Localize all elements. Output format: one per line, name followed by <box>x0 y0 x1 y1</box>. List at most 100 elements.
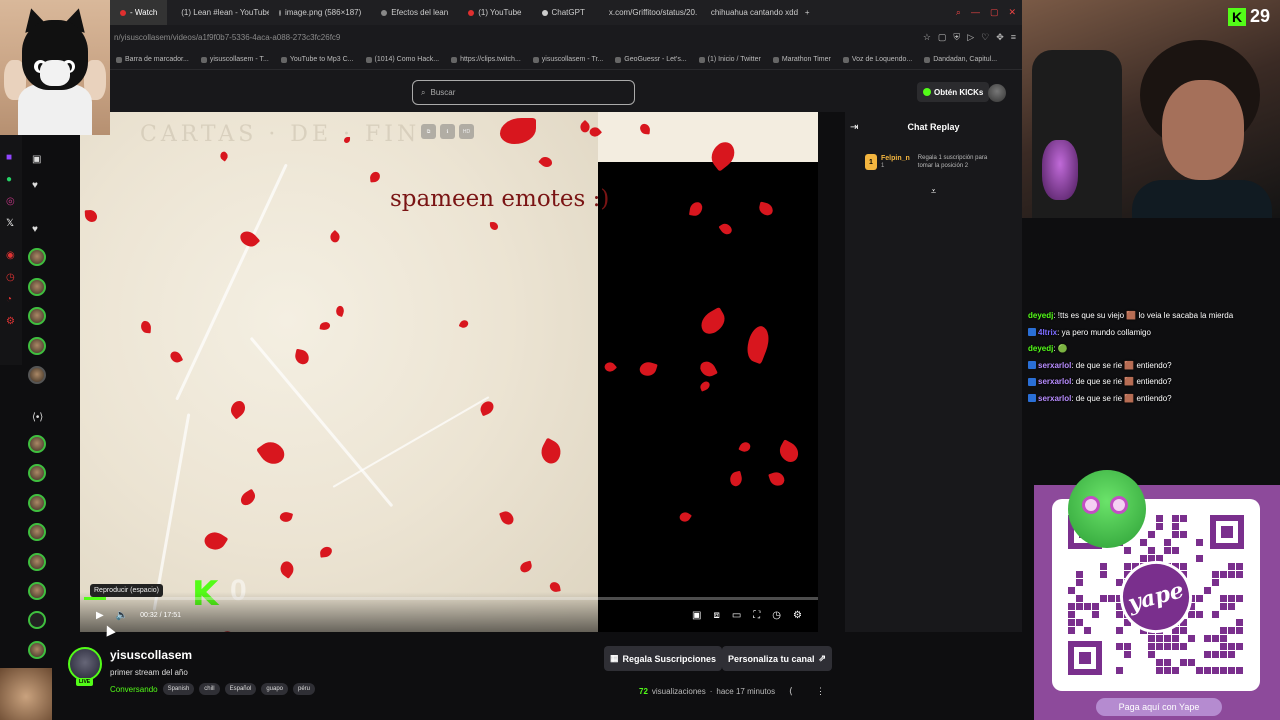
tag-chip[interactable]: chill <box>199 683 220 695</box>
search-tabs-icon[interactable]: ⌕ <box>956 7 961 18</box>
instagram-icon[interactable]: ◎ <box>6 196 15 207</box>
heart-icon[interactable]: ♡ <box>981 32 989 43</box>
volume-icon[interactable]: 🔈 <box>116 610 128 621</box>
customize-channel-button[interactable]: Personaliza tu canal ⇗ <box>722 646 833 671</box>
bookmark-item[interactable]: GeoGuessr - Let's... <box>609 56 692 63</box>
bookmark-item[interactable]: https://clips.twitch... <box>445 56 527 63</box>
bookmark-favicon-icon <box>532 56 539 63</box>
bookmark-item[interactable]: YouTube to Mp3 C... <box>275 56 360 63</box>
progress-bar[interactable] <box>84 597 818 600</box>
browser-tab[interactable]: (1) YouTube <box>458 0 531 25</box>
bookmark-item[interactable]: (1) Inicio / Twitter <box>693 56 767 63</box>
bookmark-item[interactable]: yisuscollasem - Tr... <box>527 56 609 63</box>
bookmark-item[interactable]: Voz de Loquendo... <box>837 56 918 63</box>
recommended-channel-avatar[interactable] <box>28 464 46 482</box>
tag-chip[interactable]: Spanish <box>162 683 195 695</box>
record-icon[interactable]: ◉ <box>6 250 15 261</box>
share-icon[interactable]: ⟨ <box>789 686 793 697</box>
browser-tab[interactable]: ChatGPT <box>532 0 595 25</box>
bookmark-item[interactable]: Marathon Timer <box>767 56 837 63</box>
category-link[interactable]: Conversando <box>110 685 158 694</box>
followed-channel-avatar[interactable] <box>28 278 46 296</box>
channel-avatar[interactable] <box>68 647 102 681</box>
tag-chip[interactable]: péru <box>293 683 316 695</box>
favorites-heart-icon[interactable]: ♥ <box>32 180 38 191</box>
recommended-channel-avatar[interactable] <box>28 435 46 453</box>
channel-name[interactable]: yisuscollasem <box>110 648 192 662</box>
tag-chip[interactable]: Español <box>224 683 257 695</box>
theater-icon[interactable]: ▣ <box>692 610 701 621</box>
browser-tab[interactable]: x.com/Griffitoo/status/20... <box>595 0 697 25</box>
speed-icon[interactable]: ◷ <box>772 610 781 621</box>
kick-count: 29 <box>1250 6 1271 26</box>
stream-info: LIVE yisuscollasem primer stream del año… <box>60 640 840 710</box>
qr-module <box>1236 595 1243 602</box>
miniplayer-icon[interactable]: ▭ <box>732 610 741 621</box>
twitch-icon[interactable]: ■ <box>6 152 12 163</box>
bookmark-icon[interactable]: ☆ <box>923 32 931 43</box>
shield-icon[interactable]: ⛨ <box>953 32 960 43</box>
settings-icon[interactable]: ⚙ <box>6 316 15 327</box>
followed-heart-icon[interactable]: ♥ <box>32 224 38 235</box>
info-icon[interactable]: ℹ <box>440 124 455 139</box>
downloads-icon[interactable]: ◔ <box>6 294 12 305</box>
browser-tab[interactable]: - Watch <box>110 0 168 25</box>
play-icon[interactable]: ▶ <box>96 610 104 621</box>
user-avatar[interactable] <box>988 84 1006 102</box>
tag-chip[interactable]: guapo <box>261 683 288 695</box>
recommended-channel-avatar[interactable] <box>28 582 46 600</box>
qr-module <box>1164 539 1171 546</box>
close-icon[interactable]: ✕ <box>1008 7 1016 18</box>
minimize-icon[interactable]: — <box>971 7 980 18</box>
obtain-kicks-button[interactable]: Obtén KICKs <box>917 82 990 102</box>
expand-leaderboard-icon[interactable]: ⩡ <box>931 186 936 197</box>
browser-tab[interactable]: Efectos del lean <box>371 0 458 25</box>
chat-message: serxarlol: de que se rie 🟫 entiendo? <box>1028 391 1280 408</box>
browser-tab[interactable]: (1) Lean #lean - YouTube <box>167 0 269 25</box>
history-icon[interactable]: ◷ <box>6 272 15 283</box>
gift-subs-button[interactable]: ▦ Regala Suscripciones <box>604 646 723 671</box>
bookmark-item[interactable]: (1014) Como Hack... <box>360 56 446 63</box>
address-bar[interactable]: n/yisuscollasem/videos/a1f9f0b7-5336-4ac… <box>110 25 1022 50</box>
tab-favicon-icon <box>381 9 388 16</box>
followed-channel-avatar[interactable] <box>28 307 46 325</box>
maximize-icon[interactable]: ▢ <box>990 7 999 18</box>
recommended-channel-avatar[interactable] <box>28 611 46 629</box>
followed-channel-avatar[interactable] <box>28 337 46 355</box>
browser-tab[interactable]: image.png (586×187) <box>269 0 371 25</box>
url-text[interactable]: n/yisuscollasem/videos/a1f9f0b7-5336-4ac… <box>114 33 340 42</box>
followed-channel-avatar[interactable] <box>28 248 46 266</box>
followed-channel-avatar[interactable] <box>28 366 46 384</box>
pip-icon[interactable]: ⧉ <box>421 124 436 139</box>
video-player[interactable]: CARTAS · DE · FIN spameen emotes :) ⧉ ℹ … <box>80 112 818 632</box>
new-tab-icon[interactable]: + <box>799 8 816 17</box>
bookmark-item[interactable]: Barra de marcador... <box>110 56 195 63</box>
bookmark-label: Barra de marcador... <box>125 56 189 63</box>
recommended-channel-avatar[interactable] <box>28 494 46 512</box>
recommended-channel-avatar[interactable] <box>28 553 46 571</box>
bookmark-favicon-icon <box>200 56 207 63</box>
browser-tab[interactable]: chihuahua cantando xdd <box>697 0 799 25</box>
following-icon[interactable]: ▣ <box>32 154 41 165</box>
mascot-eye <box>1110 496 1128 514</box>
play-extension-icon[interactable]: ▷ <box>967 32 974 43</box>
bookmark-item[interactable]: yisuscollasem - T... <box>195 56 275 63</box>
fullscreen-icon[interactable]: ⛶ <box>753 610 760 621</box>
more-options-icon[interactable]: ⋮ <box>816 686 825 697</box>
extension-icon[interactable]: ▢ <box>938 32 947 43</box>
recommended-icon[interactable]: ⟨•⟩ <box>32 412 43 423</box>
qr-module <box>1188 659 1195 666</box>
settings-gear-icon[interactable]: ⚙ <box>793 610 802 621</box>
whatsapp-icon[interactable]: ● <box>6 174 12 185</box>
chat-text: : de que se rie 🟫 entiendo? <box>1071 360 1172 370</box>
x-icon[interactable]: 𝕏 <box>6 218 14 229</box>
recommended-channel-avatar[interactable] <box>28 523 46 541</box>
puzzle-icon[interactable]: ✥ <box>996 32 1004 43</box>
clip-icon[interactable]: ⧈ <box>713 610 719 621</box>
bookmark-item[interactable]: Dandadan, Capitul... <box>918 56 1003 63</box>
recommended-channel-avatar[interactable] <box>28 641 46 659</box>
search-input[interactable]: ⌕ Buscar <box>412 80 635 105</box>
quality-icon[interactable]: HD <box>459 124 474 139</box>
menu-icon[interactable]: ≡ <box>1011 32 1016 43</box>
gift-leaderboard[interactable]: 1 Felpin_n 1 Regala 1 suscripción para t… <box>865 154 1000 170</box>
